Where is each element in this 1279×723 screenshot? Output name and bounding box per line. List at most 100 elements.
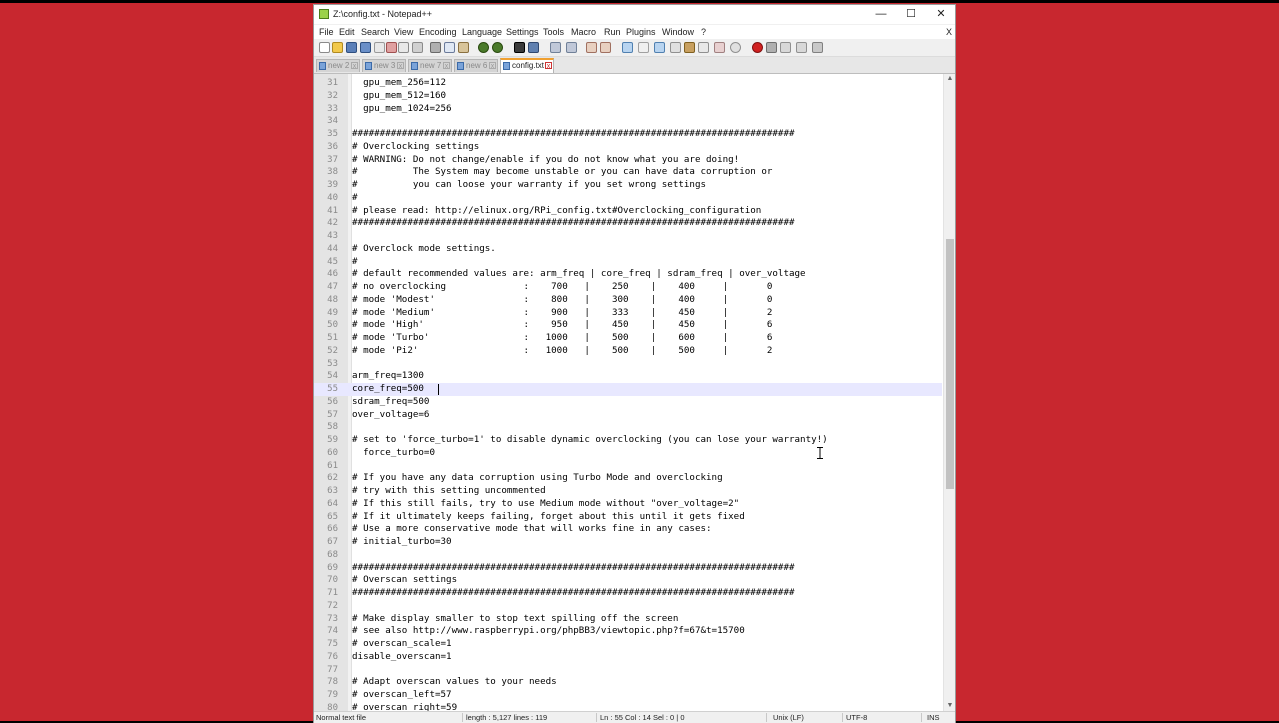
code-line[interactable]: 34 — [314, 115, 942, 128]
tab-new-6[interactable]: new 6 x — [454, 59, 498, 72]
code-line[interactable]: 77 — [314, 664, 942, 677]
line-text[interactable]: arm_freq=1300 — [352, 370, 424, 383]
code-line[interactable]: 42 ######################################… — [314, 217, 942, 230]
close-tab-icon[interactable]: x — [489, 62, 496, 70]
indent-guide-icon[interactable] — [654, 42, 665, 53]
code-line[interactable]: 52 # mode 'Pi2' : 1000 | 500 | 500 | 2 — [314, 345, 942, 358]
code-line[interactable]: 70 # Overscan settings — [314, 574, 942, 587]
line-text[interactable]: # you can loose your warranty if you set… — [352, 179, 706, 192]
line-text[interactable]: gpu_mem_1024=256 — [352, 103, 452, 116]
menu-edit[interactable]: Edit — [339, 27, 355, 37]
line-text[interactable]: # please read: http://elinux.org/RPi_con… — [352, 205, 761, 218]
tab-config-txt[interactable]: config.txt x — [500, 58, 554, 73]
code-line[interactable]: 60 force_turbo=0 — [314, 447, 942, 460]
line-text[interactable]: # overscan_scale=1 — [352, 638, 452, 651]
code-line[interactable]: 31 gpu_mem_256=112 — [314, 77, 942, 90]
code-line[interactable]: 80 # overscan_right=59 — [314, 702, 942, 711]
code-line[interactable]: 65 # If it ultimately keeps failing, forg… — [314, 511, 942, 524]
line-text[interactable]: gpu_mem_512=160 — [352, 90, 446, 103]
line-text[interactable]: # Overscan settings — [352, 574, 457, 587]
undo-icon[interactable] — [478, 42, 489, 53]
code-line[interactable]: 47 # no overclocking : 700 | 250 | 400 | … — [314, 281, 942, 294]
code-line[interactable]: 76 disable_overscan=1 — [314, 651, 942, 664]
menu-file[interactable]: File — [319, 27, 334, 37]
line-text[interactable]: # — [352, 256, 358, 269]
tab-new-3[interactable]: new 3 x — [362, 59, 406, 72]
print-now-icon[interactable] — [412, 42, 423, 53]
code-line[interactable]: 37 # WARNING: Do not change/enable if you… — [314, 154, 942, 167]
menu-macro[interactable]: Macro — [571, 27, 596, 37]
code-line[interactable]: 33 gpu_mem_1024=256 — [314, 103, 942, 116]
menu-search[interactable]: Search — [361, 27, 390, 37]
scrollbar-thumb[interactable] — [946, 239, 954, 489]
code-line[interactable]: 68 — [314, 549, 942, 562]
close-tab-icon[interactable]: x — [545, 62, 552, 70]
close-tab-icon[interactable]: x — [443, 62, 450, 70]
line-text[interactable]: core_freq=500 — [352, 383, 424, 396]
line-text[interactable]: # overscan_right=59 — [352, 702, 457, 711]
line-text[interactable]: # no overclocking : 700 | 250 | 400 | 0 — [352, 281, 772, 294]
close-tab-icon[interactable]: x — [351, 62, 358, 70]
menu-run[interactable]: Run — [604, 27, 621, 37]
vertical-scrollbar[interactable]: ▲ ▼ — [943, 74, 955, 711]
code-line[interactable]: 75 # overscan_scale=1 — [314, 638, 942, 651]
tab-new-7[interactable]: new 7 x — [408, 59, 452, 72]
line-text[interactable]: # If it ultimately keeps failing, forget… — [352, 511, 745, 524]
function-list-icon[interactable] — [698, 42, 709, 53]
sync-vertical-icon[interactable] — [586, 42, 597, 53]
show-all-chars-icon[interactable] — [638, 42, 649, 53]
code-line[interactable]: 71 ######################################… — [314, 587, 942, 600]
line-text[interactable]: # Overclock mode settings. — [352, 243, 496, 256]
line-text[interactable]: ########################################… — [352, 562, 795, 575]
code-line[interactable]: 38 # The System may become unstable or yo… — [314, 166, 942, 179]
print-icon[interactable] — [398, 42, 409, 53]
code-line[interactable]: 51 # mode 'Turbo' : 1000 | 500 | 600 | 6 — [314, 332, 942, 345]
title-bar[interactable]: Z:\config.txt - Notepad++ — ☐ ✕ — [314, 5, 955, 24]
code-line[interactable]: 66 # Use a more conservative mode that wi… — [314, 523, 942, 536]
copy-icon[interactable] — [444, 42, 455, 53]
close-tab-icon[interactable]: x — [397, 62, 404, 70]
code-line[interactable]: 56 sdram_freq=500 — [314, 396, 942, 409]
menu-settings[interactable]: Settings — [506, 27, 539, 37]
line-text[interactable]: disable_overscan=1 — [352, 651, 452, 664]
code-line[interactable]: 67 # initial_turbo=30 — [314, 536, 942, 549]
code-line[interactable]: 44 # Overclock mode settings. — [314, 243, 942, 256]
line-text[interactable]: ########################################… — [352, 587, 795, 600]
line-text[interactable]: # mode 'Turbo' : 1000 | 500 | 600 | 6 — [352, 332, 772, 345]
line-text[interactable]: # overscan_left=57 — [352, 689, 452, 702]
code-line[interactable]: 55 core_freq=500 — [314, 383, 942, 396]
menu-tools[interactable]: Tools — [543, 27, 564, 37]
code-line[interactable]: 57 over_voltage=6 — [314, 409, 942, 422]
menu-language[interactable]: Language — [462, 27, 502, 37]
tab-new-2[interactable]: new 2 x — [316, 59, 360, 72]
maximize-button[interactable]: ☐ — [896, 5, 926, 24]
menu-encoding[interactable]: Encoding — [419, 27, 457, 37]
menu-help[interactable]: ? — [701, 27, 706, 37]
code-line[interactable]: 45 # — [314, 256, 942, 269]
line-text[interactable]: # If you have any data corruption using … — [352, 472, 723, 485]
new-file-icon[interactable] — [319, 42, 330, 53]
zoom-out-icon[interactable] — [566, 42, 577, 53]
line-text[interactable]: # try with this setting uncommented — [352, 485, 546, 498]
code-line[interactable]: 54 arm_freq=1300 — [314, 370, 942, 383]
close-document-x[interactable]: X — [946, 27, 952, 37]
doc-map-icon[interactable] — [684, 42, 695, 53]
cut-icon[interactable] — [430, 42, 441, 53]
code-line[interactable]: 43 — [314, 230, 942, 243]
line-text[interactable]: # mode 'Pi2' : 1000 | 500 | 500 | 2 — [352, 345, 772, 358]
line-text[interactable]: # The System may become unstable or you … — [352, 166, 772, 179]
code-line[interactable]: 63 # try with this setting uncommented — [314, 485, 942, 498]
code-line[interactable]: 39 # you can loose your warranty if you s… — [314, 179, 942, 192]
line-text[interactable]: # Overclocking settings — [352, 141, 479, 154]
scroll-up-arrow-icon[interactable]: ▲ — [944, 74, 955, 84]
line-text[interactable]: ########################################… — [352, 128, 795, 141]
menu-window[interactable]: Window — [662, 27, 694, 37]
code-line[interactable]: 40 # — [314, 192, 942, 205]
line-text[interactable]: force_turbo=0 — [352, 447, 435, 460]
code-line[interactable]: 74 # see also http://www.raspberrypi.org/… — [314, 625, 942, 638]
menu-plugins[interactable]: Plugins — [626, 27, 656, 37]
line-text[interactable]: # Use a more conservative mode that will… — [352, 523, 712, 536]
line-text[interactable]: # initial_turbo=30 — [352, 536, 452, 549]
save-icon[interactable] — [346, 42, 357, 53]
stop-macro-icon[interactable] — [766, 42, 777, 53]
